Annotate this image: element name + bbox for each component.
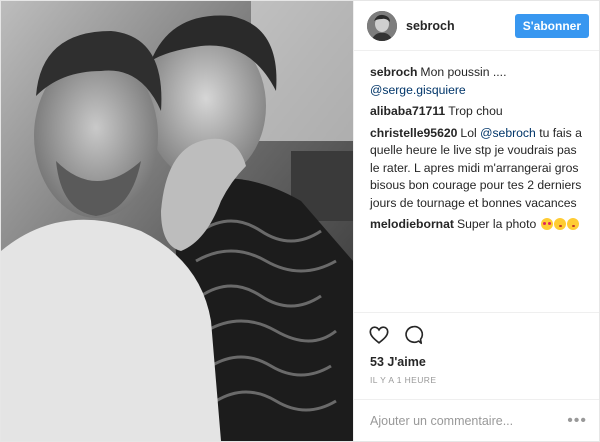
comment: alibaba71711 Trop chou xyxy=(370,103,587,121)
kissing-face-emoji-icon xyxy=(553,218,566,230)
comment-input[interactable] xyxy=(370,413,560,428)
comment-text: Super la photo xyxy=(456,217,540,231)
post-timestamp[interactable]: IL Y A 1 HEURE xyxy=(354,375,599,385)
more-options-icon[interactable]: ••• xyxy=(567,412,587,430)
add-comment-bar: ••• xyxy=(354,399,599,441)
comment: melodiebornat Super la photo xyxy=(370,216,587,234)
comment: christelle95620 Lol @sebroch tu fais a qu… xyxy=(370,125,587,213)
comment-text: Trop chou xyxy=(448,104,503,118)
speech-bubble-icon[interactable] xyxy=(402,324,424,346)
comment-text: Lol xyxy=(460,125,481,140)
post-actions xyxy=(354,312,599,356)
post-author-username[interactable]: sebroch xyxy=(406,19,515,33)
avatar[interactable] xyxy=(367,10,397,41)
selfie-photo-image xyxy=(1,1,353,441)
post-sidebar: sebroch S'abonner sebroch Mon poussin ...… xyxy=(353,1,599,441)
post-header: sebroch S'abonner xyxy=(354,1,599,51)
comment-author[interactable]: melodiebornat xyxy=(370,217,454,231)
kissing-face-emoji-icon xyxy=(566,218,579,230)
heart-eyes-emoji-icon xyxy=(540,218,553,230)
comment-text: Mon poussin .... xyxy=(420,65,507,79)
avatar-image xyxy=(367,10,397,41)
comment-mention[interactable]: @serge.gisquiere xyxy=(370,83,466,97)
comment-author[interactable]: sebroch xyxy=(370,65,417,79)
comment-mention[interactable]: @sebroch xyxy=(480,126,536,140)
comment-author[interactable]: alibaba71711 xyxy=(370,104,445,118)
follow-button[interactable]: S'abonner xyxy=(514,13,589,38)
comment: sebroch Mon poussin .... @serge.gisquiere xyxy=(370,64,587,99)
comments-list: sebroch Mon poussin .... @serge.gisquiere… xyxy=(354,51,599,312)
instagram-post: sebroch S'abonner sebroch Mon poussin ...… xyxy=(0,0,600,442)
likes-count[interactable]: 53 J'aime xyxy=(354,355,599,369)
comment-author[interactable]: christelle95620 xyxy=(370,126,457,140)
post-photo[interactable] xyxy=(1,1,353,441)
heart-icon[interactable] xyxy=(368,324,390,346)
